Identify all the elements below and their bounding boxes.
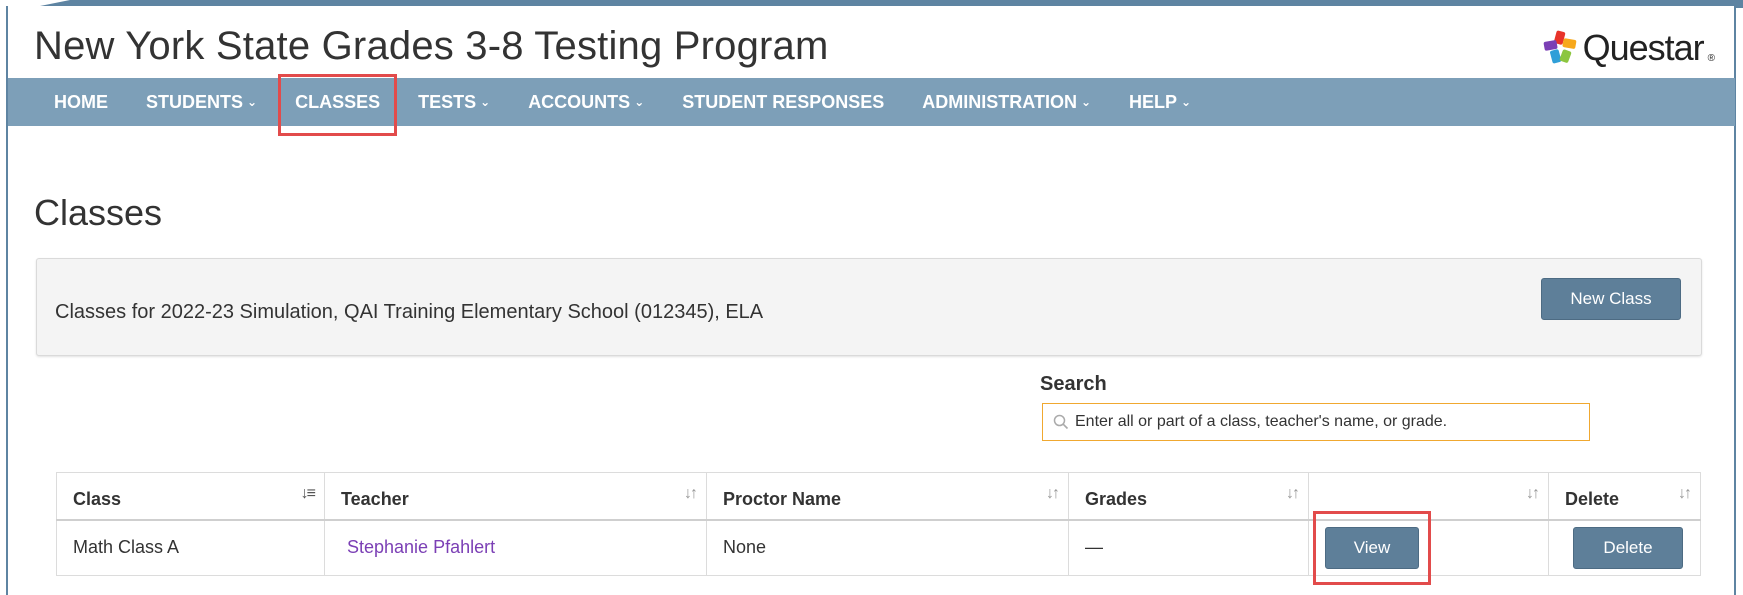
nav-classes-label: CLASSES: [295, 91, 381, 112]
cell-grades: —: [1068, 519, 1309, 576]
chevron-down-icon: ⌄: [247, 95, 258, 109]
chevron-down-icon: ⌄: [1181, 95, 1192, 109]
nav-students[interactable]: STUDENTS ⌄: [127, 78, 276, 126]
logo-registered-mark: ®: [1707, 53, 1715, 64]
sort-icon[interactable]: ↓↑: [1678, 485, 1692, 503]
cell-class: Math Class A: [56, 519, 325, 576]
app-title: New York State Grades 3-8 Testing Progra…: [34, 24, 829, 68]
column-header-delete-label: Delete: [1565, 489, 1620, 510]
nav-tests-label: TESTS: [418, 91, 477, 112]
chevron-down-icon: ⌄: [480, 95, 491, 109]
page-title: Classes: [34, 192, 163, 233]
sort-icon[interactable]: ↓↑: [1046, 485, 1060, 503]
questar-logo-icon: [1543, 30, 1576, 64]
nav-accounts[interactable]: ACCOUNTS ⌄: [509, 78, 663, 126]
nav-home-label: HOME: [54, 91, 108, 112]
sort-ascending-icon[interactable]: ↓≡: [301, 485, 316, 503]
main-navbar: HOME STUDENTS ⌄ CLASSES TESTS ⌄ ACCOUNTS…: [8, 74, 1735, 136]
delete-button[interactable]: Delete: [1573, 526, 1683, 569]
chevron-down-icon: ⌄: [1080, 95, 1092, 109]
classes-table: Class ↓≡ Teacher ↓↑ Proctor Name ↓↑ Grad…: [56, 472, 1701, 585]
cell-teacher: Stephanie Pfahlert: [324, 519, 707, 576]
sort-icon[interactable]: ↓↑: [1286, 485, 1300, 503]
nav-administration-label: ADMINISTRATION: [922, 91, 1077, 112]
nav-administration[interactable]: ADMINISTRATION ⌄: [903, 78, 1110, 126]
column-header-grades[interactable]: Grades ↓↑: [1068, 472, 1309, 521]
view-button[interactable]: View: [1325, 526, 1419, 569]
search-label: Search: [1040, 373, 1107, 395]
nav-student-responses[interactable]: STUDENT RESPONSES: [663, 78, 903, 126]
column-header-class-label: Class: [73, 489, 122, 510]
column-header-view[interactable]: ↓↑: [1308, 472, 1549, 521]
teacher-link[interactable]: Stephanie Pfahlert: [347, 537, 495, 557]
column-header-proctor-label: Proctor Name: [723, 489, 842, 510]
table-header-row: Class ↓≡ Teacher ↓↑ Proctor Name ↓↑ Grad…: [56, 472, 1701, 521]
nav-student-responses-label: STUDENT RESPONSES: [682, 91, 885, 112]
questar-logo: Questar ®: [1541, 27, 1715, 68]
column-header-delete[interactable]: Delete ↓↑: [1548, 472, 1701, 521]
column-header-proctor[interactable]: Proctor Name ↓↑: [706, 472, 1069, 521]
nav-classes[interactable]: CLASSES: [276, 74, 399, 136]
sort-icon[interactable]: ↓↑: [1526, 485, 1540, 503]
new-class-button[interactable]: New Class: [1541, 278, 1681, 320]
sort-icon[interactable]: ↓↑: [684, 485, 698, 503]
cell-view: View: [1308, 510, 1549, 585]
search-icon: [1053, 414, 1069, 430]
table-row: Math Class A Stephanie Pfahlert None — V…: [56, 510, 1701, 585]
view-button-highlight: View: [1313, 510, 1431, 585]
logo-text: Questar: [1582, 27, 1705, 68]
panel-context-text: Classes for 2022-23 Simulation, QAI Trai…: [55, 301, 764, 323]
nav-tests[interactable]: TESTS ⌄: [399, 78, 509, 126]
nav-students-label: STUDENTS: [146, 91, 244, 112]
nav-help-label: HELP: [1129, 91, 1178, 112]
nav-home[interactable]: HOME: [8, 78, 127, 126]
class-context-panel: Classes for 2022-23 Simulation, QAI Trai…: [36, 258, 1702, 356]
column-header-class[interactable]: Class ↓≡: [56, 472, 325, 521]
nav-accounts-label: ACCOUNTS: [528, 91, 631, 112]
chevron-down-icon: ⌄: [634, 95, 645, 109]
cell-delete: Delete: [1548, 519, 1701, 576]
search-box[interactable]: [1042, 403, 1590, 441]
column-header-teacher[interactable]: Teacher ↓↑: [324, 472, 707, 521]
search-input[interactable]: [1075, 413, 1575, 431]
cell-proctor: None: [706, 519, 1069, 576]
nav-help[interactable]: HELP ⌄: [1110, 78, 1210, 126]
column-header-teacher-label: Teacher: [341, 489, 409, 510]
column-header-grades-label: Grades: [1085, 489, 1148, 510]
